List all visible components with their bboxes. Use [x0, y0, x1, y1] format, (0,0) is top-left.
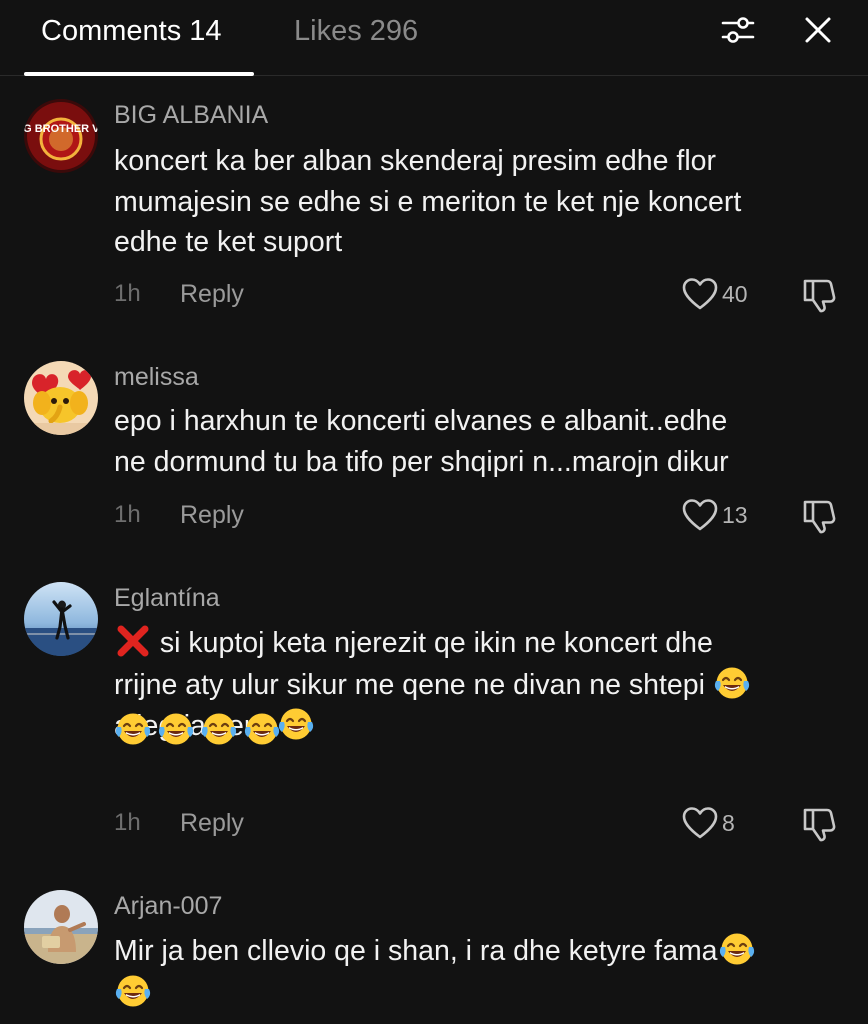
face-with-tears-of-joy-emoji: [200, 710, 238, 748]
avatar[interactable]: [24, 890, 98, 964]
comment-line: koncert ka ber alban skenderaj presim ed…: [114, 145, 716, 177]
comment-line-text: si kuptoj keta njerezit qe ikin ne konce…: [159, 627, 713, 659]
comment-line: edhe te ket suport: [114, 226, 343, 258]
comment-line: si kuptoj keta njerezit qe ikin ne konce…: [114, 622, 844, 664]
cross-mark-emoji: [114, 622, 152, 660]
comment-line: rrijne aty ulur sikur me qene ne divan n…: [114, 664, 844, 706]
filter-sliders-icon[interactable]: [720, 12, 756, 48]
comment-line: mumajesin se edhe si e meriton te ket nj…: [114, 185, 742, 218]
comment-text: Mir ja ben cllevio qe i shan, i ra dhe k…: [114, 930, 844, 1013]
thumbs-down-icon[interactable]: [800, 276, 838, 314]
face-with-tears-of-joy-emoji: [713, 664, 751, 702]
comment-username[interactable]: Eglantína: [114, 582, 220, 614]
comment-text: koncert ka ber alban skenderaj presim ed…: [114, 141, 844, 263]
face-with-tears-of-joy-emoji: [157, 710, 195, 748]
comment-actions: 1h Reply 8: [0, 805, 868, 843]
tab-likes[interactable]: Likes 296: [294, 10, 418, 52]
comment-line: Mir ja ben cllevio qe i shan, i ra dhe k…: [114, 930, 844, 972]
emoji-row: [114, 710, 281, 750]
comment-username[interactable]: melissa: [114, 361, 199, 393]
comment-line: [114, 972, 844, 1014]
comment-actions: 1h Reply 40: [0, 276, 868, 314]
comment-text: epo i harxhun te koncerti elvanes e alba…: [114, 401, 844, 482]
face-with-tears-of-joy-emoji: [114, 972, 152, 1010]
comment-time: 1h: [114, 501, 141, 528]
avatar[interactable]: [24, 582, 98, 656]
face-with-tears-of-joy-emoji: [243, 710, 281, 748]
reply-button[interactable]: Reply: [180, 276, 244, 312]
close-icon[interactable]: [800, 12, 836, 48]
reply-button[interactable]: Reply: [180, 497, 244, 533]
comment-line: epo i harxhun te koncerti elvanes e alba…: [114, 405, 728, 437]
comment-line-text: Mir ja ben cllevio qe i shan, i ra dhe k…: [114, 935, 718, 967]
heart-icon[interactable]: [682, 277, 718, 311]
thumbs-down-icon[interactable]: [800, 805, 838, 843]
face-with-tears-of-joy-emoji: [277, 705, 315, 743]
comment-username[interactable]: BIG ALBANIA: [114, 99, 268, 131]
comment-time: 1h: [114, 280, 141, 307]
face-with-tears-of-joy-emoji: [114, 710, 152, 748]
like-count: 8: [722, 810, 735, 836]
like-count: 40: [722, 281, 748, 307]
svg-text:BIG BROTHER VIP: BIG BROTHER VIP: [24, 123, 98, 135]
tab-comments[interactable]: Comments 14: [41, 10, 222, 52]
comment-line-text: rrijne aty ulur sikur me qene ne divan n…: [114, 668, 705, 701]
comment-actions: 1h Reply 13: [0, 497, 868, 535]
face-with-tears-of-joy-emoji: [718, 930, 756, 968]
comment-username[interactable]: Arjan-007: [114, 890, 222, 922]
reply-button[interactable]: Reply: [180, 805, 244, 841]
heart-icon[interactable]: [682, 806, 718, 840]
active-tab-indicator: [24, 72, 254, 76]
avatar[interactable]: [24, 361, 98, 435]
thumbs-down-icon[interactable]: [800, 497, 838, 535]
comment-time: 1h: [114, 809, 141, 836]
comment-line: ne dormund tu ba tifo per shqipri n...ma…: [114, 445, 729, 478]
like-count: 13: [722, 502, 748, 528]
heart-icon[interactable]: [682, 498, 718, 532]
avatar[interactable]: BIG BROTHER VIP: [24, 99, 98, 173]
comments-header: Comments 14 Likes 296: [0, 0, 868, 76]
